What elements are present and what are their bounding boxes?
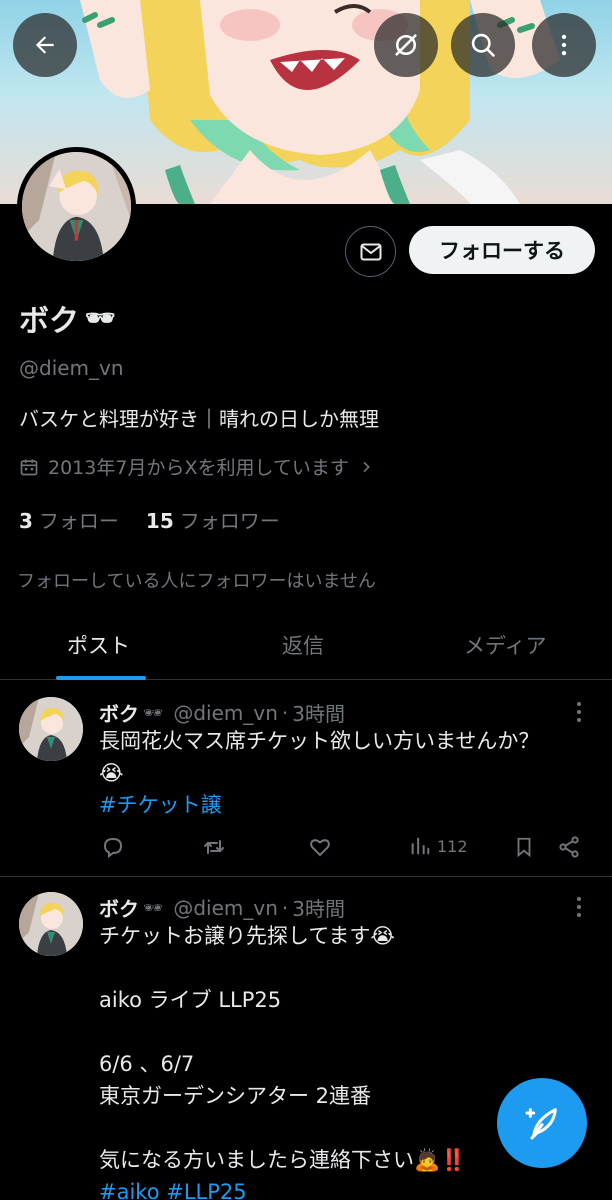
joined-date: 2013年7月からXを利用しています <box>48 457 349 479</box>
post-more-button[interactable] <box>572 896 586 922</box>
followers-link[interactable]: 15 フォロワー <box>146 505 280 534</box>
bookmark-icon <box>517 837 531 858</box>
reply-button[interactable] <box>101 835 125 859</box>
sunglasses-emoji: 🕶 <box>143 898 164 917</box>
post-avatar[interactable] <box>19 697 83 761</box>
arrow-left-icon <box>35 36 54 54</box>
more-vertical-icon <box>577 702 581 722</box>
bookmark-button[interactable] <box>513 835 535 859</box>
post-line: 東京ガーデンシアター 2連番 <box>99 1084 372 1108</box>
profile-tabs: ポスト 返信 メディア <box>0 612 612 680</box>
post-separator: · <box>281 895 289 920</box>
envelope-icon <box>360 243 381 260</box>
calendar-icon <box>20 459 38 475</box>
post-line <box>99 1016 466 1048</box>
avatar-illustration <box>22 152 131 261</box>
post-author-name[interactable]: ボク <box>99 893 139 922</box>
like-button[interactable] <box>308 835 332 859</box>
profile-bio: バスケと料理が好き｜晴れの日しか無理 <box>19 407 379 431</box>
more-vertical-icon <box>577 897 581 917</box>
post-line: 長岡花火マス席チケット欲しい方いませんか？ <box>99 729 540 753</box>
post-avatar[interactable] <box>19 892 83 956</box>
post-line <box>99 1112 466 1144</box>
follow-counts: 3 フォロー 15 フォロワー <box>19 505 280 534</box>
post-line <box>99 952 466 984</box>
views-count: 112 <box>437 836 468 856</box>
profile-handle: @diem_vn <box>19 356 124 380</box>
heart-icon <box>310 839 330 857</box>
mutual-followers-note: フォローしている人にフォロワーはいません <box>17 571 376 592</box>
post-separator: · <box>281 700 289 725</box>
post-line: 気になる方いましたら連絡下さい🙇‼️ <box>99 1148 467 1172</box>
post-line: チケットお譲り先探してます😭 <box>99 924 395 948</box>
share-button[interactable] <box>557 835 581 859</box>
post-body: チケットお譲り先探してます😭 aiko ライブ LLP25 6/6 、6/7 東… <box>99 920 466 1200</box>
views-button[interactable]: 112 <box>409 835 468 857</box>
post-line: 6/6 、6/7 <box>99 1052 195 1076</box>
post-author-handle: @diem_vn <box>173 700 278 725</box>
message-button[interactable] <box>345 226 396 277</box>
search-icon <box>471 33 495 57</box>
share-icon <box>559 836 579 858</box>
tab-posts[interactable]: ポスト <box>67 630 130 660</box>
repost-icon <box>204 840 224 854</box>
search-button[interactable] <box>451 13 515 77</box>
back-button[interactable] <box>13 13 77 77</box>
compose-button[interactable] <box>497 1078 587 1168</box>
compose-quill-icon <box>525 1108 557 1140</box>
following-count: 3 <box>19 509 33 533</box>
joined-date-row[interactable]: 2013年7月からXを利用しています <box>19 453 374 480</box>
reply-icon <box>103 837 123 858</box>
avatar-illustration <box>19 892 83 956</box>
post-line: 😭 <box>99 761 124 785</box>
post-more-button[interactable] <box>572 701 586 727</box>
profile-name-text: ボク <box>19 304 79 339</box>
followers-count: 15 <box>145 509 174 533</box>
tab-media[interactable]: メディア <box>464 630 547 660</box>
followers-label: フォロワー <box>179 509 280 533</box>
avatar-illustration <box>19 697 83 761</box>
eye-off-icon <box>395 34 417 56</box>
sunglasses-emoji: 🕶 <box>143 703 164 722</box>
following-label: フォロー <box>38 509 119 533</box>
post[interactable]: ボク 🕶 @diem_vn · 3時間 長岡花火マス席チケット欲しい方いませんか… <box>0 681 612 876</box>
post-author-handle: @diem_vn <box>173 895 278 920</box>
sunglasses-emoji: 🕶 <box>85 304 116 332</box>
more-vertical-icon <box>561 34 567 56</box>
post-header: ボク 🕶 @diem_vn · 3時間 <box>99 893 345 922</box>
hide-button[interactable] <box>374 13 438 77</box>
follow-button[interactable]: フォローする <box>409 226 595 274</box>
following-link[interactable]: 3 フォロー <box>19 505 119 534</box>
chevron-right-icon <box>363 461 370 472</box>
active-tab-indicator <box>56 676 146 680</box>
post-hashtag[interactable]: #aiko #LLP25 <box>99 1176 466 1200</box>
views-chart-icon <box>411 837 430 855</box>
profile-avatar[interactable] <box>17 147 136 266</box>
post-time: 3時間 <box>292 897 345 921</box>
more-options-button[interactable] <box>532 13 596 77</box>
post-time: 3時間 <box>292 702 345 726</box>
post-hashtag[interactable]: #チケット譲 <box>99 789 539 821</box>
repost-button[interactable] <box>202 835 226 859</box>
post-actions: 112 <box>99 835 589 863</box>
post-body: 長岡花火マス席チケット欲しい方いませんか？ 😭 #チケット譲 <box>99 725 539 821</box>
post-author-name[interactable]: ボク <box>99 698 139 727</box>
profile-name: ボク 🕶 <box>19 296 115 340</box>
tab-replies[interactable]: 返信 <box>282 630 324 660</box>
post-header: ボク 🕶 @diem_vn · 3時間 <box>99 698 345 727</box>
post-line: aiko ライブ LLP25 <box>99 988 282 1012</box>
